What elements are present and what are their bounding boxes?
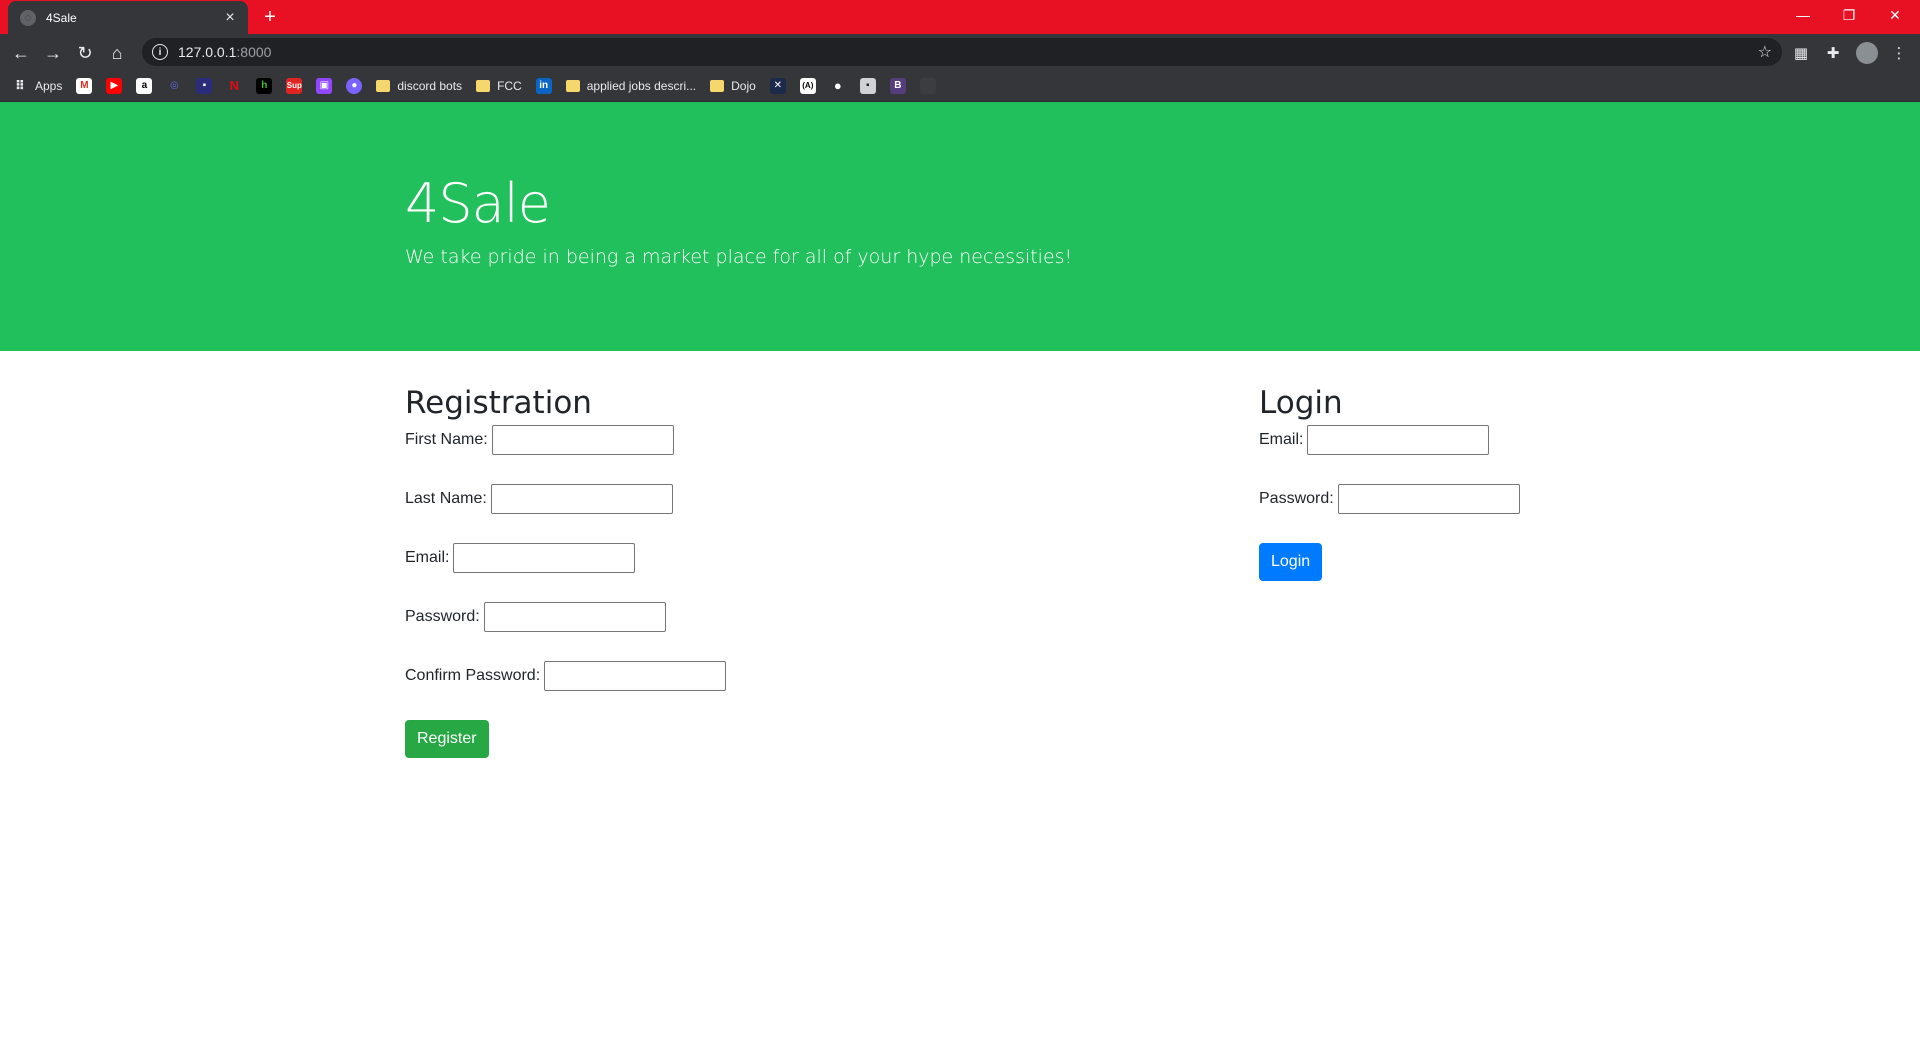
- confirm-password-row: Confirm Password:: [405, 661, 727, 691]
- bookmark-apps[interactable]: ⠿ Apps: [12, 74, 62, 98]
- bootstrap-icon: B: [889, 77, 906, 94]
- globe-icon: ◌: [20, 9, 36, 26]
- site-tagline: We take pride in being a market place fo…: [405, 246, 1073, 268]
- menu-icon[interactable]: ⋮: [1888, 42, 1910, 64]
- back-icon[interactable]: ←: [8, 40, 34, 66]
- register-email-input[interactable]: [453, 543, 636, 573]
- close-tab-icon[interactable]: ×: [220, 8, 240, 28]
- first-name-row: First Name:: [405, 425, 726, 455]
- registration-form: Registration First Name: Last Name: Emai…: [405, 385, 727, 758]
- extension-icon[interactable]: ▦: [1790, 42, 1812, 64]
- register-password-label: Password:: [405, 608, 480, 625]
- site-logo-icon: ▪: [196, 77, 213, 94]
- h-logo-icon: h: [256, 77, 273, 94]
- bookmark-discord-bots[interactable]: discord bots: [376, 74, 462, 98]
- site-logo-icon: (A): [799, 77, 816, 94]
- folder-icon: [476, 79, 491, 92]
- login-email-input[interactable]: [1307, 425, 1490, 455]
- bookmark-github[interactable]: ●: [830, 74, 846, 98]
- site-logo-icon: [919, 77, 936, 94]
- bookmark-youtube[interactable]: ▶: [106, 74, 123, 98]
- bookmark-supreme[interactable]: Sup: [286, 74, 303, 98]
- youtube-icon: ▶: [106, 77, 123, 94]
- folder-icon: [565, 79, 580, 92]
- site-logo-icon: ◎: [169, 80, 179, 91]
- login-heading: Login: [1259, 385, 1343, 421]
- folder-icon: [376, 79, 391, 92]
- home-icon[interactable]: ⌂: [104, 40, 130, 66]
- address-bar[interactable]: i 127.0.0.1 :8000 ☆: [142, 38, 1782, 66]
- register-password-row: Password:: [405, 602, 726, 632]
- confirm-password-label: Confirm Password:: [405, 667, 541, 684]
- register-email-row: Email:: [405, 543, 726, 573]
- puzzle-icon[interactable]: ✚: [1822, 42, 1844, 64]
- login-password-label: Password:: [1259, 490, 1334, 507]
- register-email-label: Email:: [405, 549, 450, 566]
- folder-icon: [710, 79, 725, 92]
- site-title: 4Sale: [405, 172, 551, 235]
- supreme-icon: Sup: [286, 77, 303, 94]
- linkedin-icon: in: [535, 77, 552, 94]
- minimize-icon[interactable]: —: [1780, 0, 1826, 30]
- login-button[interactable]: Login: [1259, 543, 1323, 581]
- register-password-input[interactable]: [483, 602, 666, 632]
- login-email-label: Email:: [1259, 431, 1304, 448]
- last-name-label: Last Name:: [405, 490, 487, 507]
- browser-tab[interactable]: ◌ 4Sale ×: [8, 1, 248, 34]
- bookmark-star-icon[interactable]: ☆: [1758, 42, 1772, 62]
- bookmark-netflix[interactable]: N: [226, 74, 242, 98]
- new-tab-button[interactable]: +: [258, 5, 282, 29]
- bookmark-amazon[interactable]: a: [136, 74, 153, 98]
- gmail-icon: M: [76, 77, 93, 94]
- close-window-icon[interactable]: ✕: [1872, 0, 1918, 30]
- bookmark-applied-jobs[interactable]: applied jobs descri...: [565, 74, 696, 98]
- restore-icon[interactable]: ❐: [1826, 0, 1872, 30]
- last-name-input[interactable]: [490, 484, 673, 514]
- tab-strip: ◌ 4Sale × + — ❐ ✕: [0, 0, 1920, 34]
- bookmark-site-2[interactable]: ▪: [196, 74, 213, 98]
- profile-avatar[interactable]: [1856, 42, 1878, 64]
- url-host: 127.0.0.1: [178, 44, 237, 60]
- bookmark-gmail[interactable]: M: [76, 74, 93, 98]
- confirm-password-input[interactable]: [544, 661, 727, 691]
- forward-icon[interactable]: →: [40, 40, 66, 66]
- reload-icon[interactable]: ↻: [72, 40, 98, 66]
- apps-grid-icon: ⠿: [14, 77, 26, 93]
- github-icon: ●: [833, 78, 842, 93]
- bookmarks-bar: ⠿ Apps M ▶ a ◎ ▪ N h Sup ▣ ● discord bot…: [0, 70, 1920, 102]
- login-password-row: Password:: [1259, 484, 1520, 514]
- bookmark-site-6[interactable]: [919, 74, 936, 98]
- site-logo-icon: ✕: [769, 77, 786, 94]
- register-button[interactable]: Register: [405, 720, 489, 758]
- bookmark-site-1[interactable]: ◎: [166, 74, 182, 98]
- browser-toolbar: ← → ↻ ⌂ i 127.0.0.1 :8000 ☆ ▦ ✚ ⋮: [0, 34, 1920, 70]
- bookmark-dojo[interactable]: Dojo: [710, 74, 756, 98]
- hero-banner: 4Sale We take pride in being a market pl…: [0, 102, 1920, 351]
- bookmark-site-3[interactable]: ✕: [769, 74, 786, 98]
- registration-heading: Registration: [405, 385, 592, 421]
- login-password-input[interactable]: [1337, 484, 1520, 514]
- chat-icon: ●: [346, 77, 363, 94]
- bookmark-site-5[interactable]: ▪: [859, 74, 876, 98]
- site-logo-icon: ▪: [859, 77, 876, 94]
- amazon-icon: a: [136, 77, 153, 94]
- bookmark-hulu[interactable]: h: [256, 74, 273, 98]
- netflix-icon: N: [229, 78, 240, 93]
- bookmark-fcc[interactable]: FCC: [476, 74, 522, 98]
- bookmark-linkedin[interactable]: in: [535, 74, 552, 98]
- tab-title: 4Sale: [46, 10, 77, 25]
- info-icon[interactable]: i: [152, 44, 168, 60]
- bookmark-site-4[interactable]: (A): [799, 74, 816, 98]
- bookmark-twitch[interactable]: ▣: [316, 74, 333, 98]
- bookmark-messenger[interactable]: ●: [346, 74, 363, 98]
- first-name-input[interactable]: [491, 425, 674, 455]
- url-port: :8000: [236, 44, 272, 60]
- login-email-row: Email:: [1259, 425, 1520, 455]
- twitch-icon: ▣: [316, 77, 333, 94]
- login-form: Login Email: Password: Login: [1259, 385, 1520, 581]
- last-name-row: Last Name:: [405, 484, 726, 514]
- bookmark-bootstrap[interactable]: B: [889, 74, 906, 98]
- first-name-label: First Name:: [405, 431, 488, 448]
